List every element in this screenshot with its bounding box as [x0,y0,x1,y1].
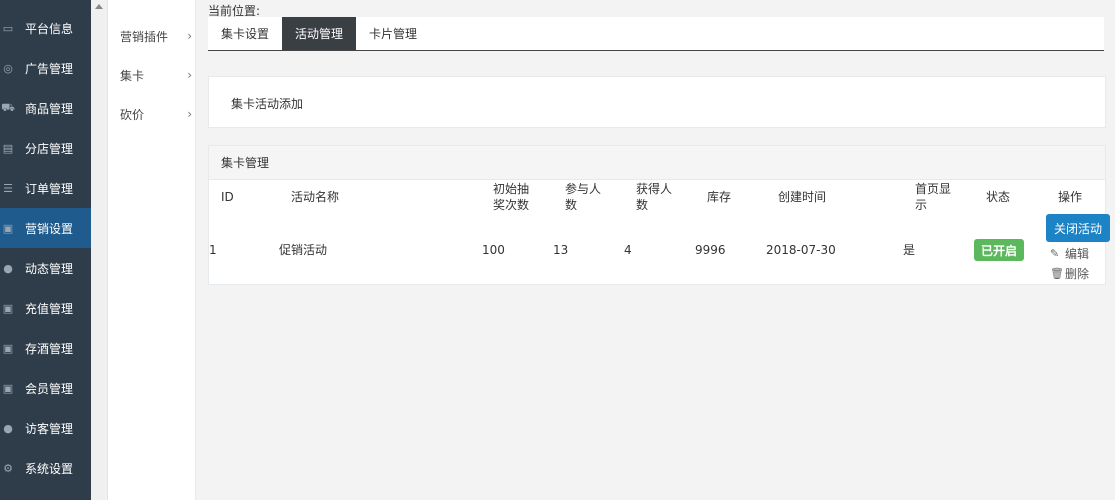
user-icon: ● [3,261,13,275]
sidebar-item-label: 系统设置 [25,461,74,476]
column-header-winners: 获得人 数 [636,181,672,213]
sidebar-item-feeds[interactable]: ● 动态管理 [0,248,91,288]
sidebar-item-visitors[interactable]: ● 访客管理 [0,408,91,448]
sidebar-item-label: 动态管理 [25,261,74,276]
tab-bar: 集卡设置 活动管理 卡片管理 [208,17,1104,51]
edit-link[interactable]: ✎ 编辑 [1050,245,1089,262]
trash-icon: 🗑 [1050,267,1064,280]
sidebar-item-marketing[interactable]: ▣ 营销设置 [0,208,91,248]
sidebar-item-members[interactable]: ▣ 会员管理 [0,368,91,408]
sidebar-item-ads[interactable]: ◎ 广告管理 [0,48,91,88]
column-header-name: 活动名称 [291,190,340,204]
cell-winners: 4 [624,243,632,257]
panel-title: 集卡管理 [209,146,1105,180]
delete-link[interactable]: 🗑 删除 [1050,265,1089,282]
chevron-right-icon: › [187,68,192,82]
scroll-up-arrow-icon[interactable] [95,4,103,9]
sidebar-item-label: 存酒管理 [25,341,74,356]
column-header-homepage-line1: 首页显 [915,182,952,196]
user-icon: ● [3,421,13,435]
sidebar-item-label: 平台信息 [25,21,74,36]
cell-participants: 13 [553,243,569,257]
cell-id: 1 [209,243,217,257]
sidebar-item-platform-info[interactable]: ▭ 平台信息 [0,8,91,48]
sidebar-item-label: 商品管理 [25,101,74,116]
column-header-actions: 操作 [1058,190,1083,204]
column-header-participants-line1: 参与人 [565,182,602,196]
sidebar-item-recharge[interactable]: ▣ 充值管理 [0,288,91,328]
sidebar-item-label: 营销设置 [25,221,74,236]
sidebar-item-label: 访客管理 [25,421,74,436]
sidebar-item-label: 充值管理 [25,301,74,316]
submenu-item-label: 砍价 [120,107,145,122]
sidebar-item-label: 会员管理 [25,381,74,396]
edit-label: 编辑 [1065,247,1090,261]
submenu-panel: 营销插件 › 集卡 › 砍价 › [108,0,196,500]
chevron-right-icon: › [187,29,192,43]
sidebar-item-settings[interactable]: ⚙ 系统设置 [0,448,91,488]
sidebar-item-wine-storage[interactable]: ▣ 存酒管理 [0,328,91,368]
chevron-right-icon: › [187,107,192,121]
activity-table-panel: 集卡管理 ID 活动名称 初始抽 奖次数 参与人 数 获得人 数 库存 创建时间… [208,145,1110,285]
sidebar-scrollbar[interactable] [91,0,108,500]
sidebar-item-branches[interactable]: ▤ 分店管理 [0,128,91,168]
delete-label: 删除 [1065,267,1090,281]
cell-created: 2018-07-30 [766,243,836,257]
list-icon: ☰ [3,181,13,195]
add-activity-panel: 集卡活动添加 [208,76,1106,128]
column-header-winners-line1: 获得人 [636,182,673,196]
pencil-icon: ✎ [1050,247,1060,260]
column-header-draws-line2: 奖次数 [493,198,530,212]
close-activity-button[interactable]: 关闭活动 [1046,214,1110,242]
column-header-stock: 库存 [707,190,732,204]
cell-name: 促销活动 [279,243,328,257]
gift-icon: ▣ [2,221,14,235]
submenu-item-label: 营销插件 [120,29,169,44]
tab-card-settings[interactable]: 集卡设置 [208,17,282,50]
sidebar-item-orders[interactable]: ☰ 订单管理 [0,168,91,208]
sidebar-item-label: 广告管理 [25,61,74,76]
gear-icon: ⚙ [3,461,13,475]
column-header-id: ID [221,190,234,204]
main-content: 当前位置: 集卡设置 活动管理 卡片管理 集卡活动添加 集卡管理 ID 活动名称… [197,0,1115,500]
monitor-icon: ▭ [2,21,14,35]
column-header-draws: 初始抽 奖次数 [493,181,529,213]
column-header-status: 状态 [986,190,1011,204]
cell-draws: 100 [482,243,505,257]
column-header-created: 创建时间 [778,190,827,204]
lifebuoy-icon: ◎ [3,61,13,75]
gift-icon: ▣ [2,381,14,395]
submenu-item-marketing-plugins[interactable]: 营销插件 › [120,26,194,46]
cell-homepage: 是 [903,243,916,257]
column-header-homepage-line2: 示 [915,198,928,212]
gift-icon: ▣ [2,301,14,315]
sidebar-item-label: 分店管理 [25,141,74,156]
column-header-participants-line2: 数 [565,198,578,212]
column-header-winners-line2: 数 [636,198,649,212]
column-header-participants: 参与人 数 [565,181,601,213]
tab-card-management[interactable]: 卡片管理 [356,17,430,50]
submenu-item-bargain[interactable]: 砍价 › [120,104,194,124]
main-sidebar: ▭ 平台信息 ◎ 广告管理 ⛟ 商品管理 ▤ 分店管理 ☰ 订单管理 ▣ 营销设… [0,0,91,500]
submenu-item-card-collect[interactable]: 集卡 › [120,65,194,85]
cell-stock: 9996 [695,243,726,257]
add-activity-link[interactable]: 集卡活动添加 [231,95,303,112]
column-header-draws-line1: 初始抽 [493,182,530,196]
building-icon: ▤ [2,141,14,155]
gift-icon: ▣ [2,341,14,355]
submenu-item-label: 集卡 [120,68,145,83]
sidebar-item-label: 订单管理 [25,181,74,196]
sidebar-item-products[interactable]: ⛟ 商品管理 [0,88,91,128]
tab-activity-management[interactable]: 活动管理 [282,17,357,50]
column-header-homepage: 首页显 示 [915,181,951,213]
status-badge: 已开启 [974,239,1024,261]
cart-icon: ⛟ [1,100,15,114]
